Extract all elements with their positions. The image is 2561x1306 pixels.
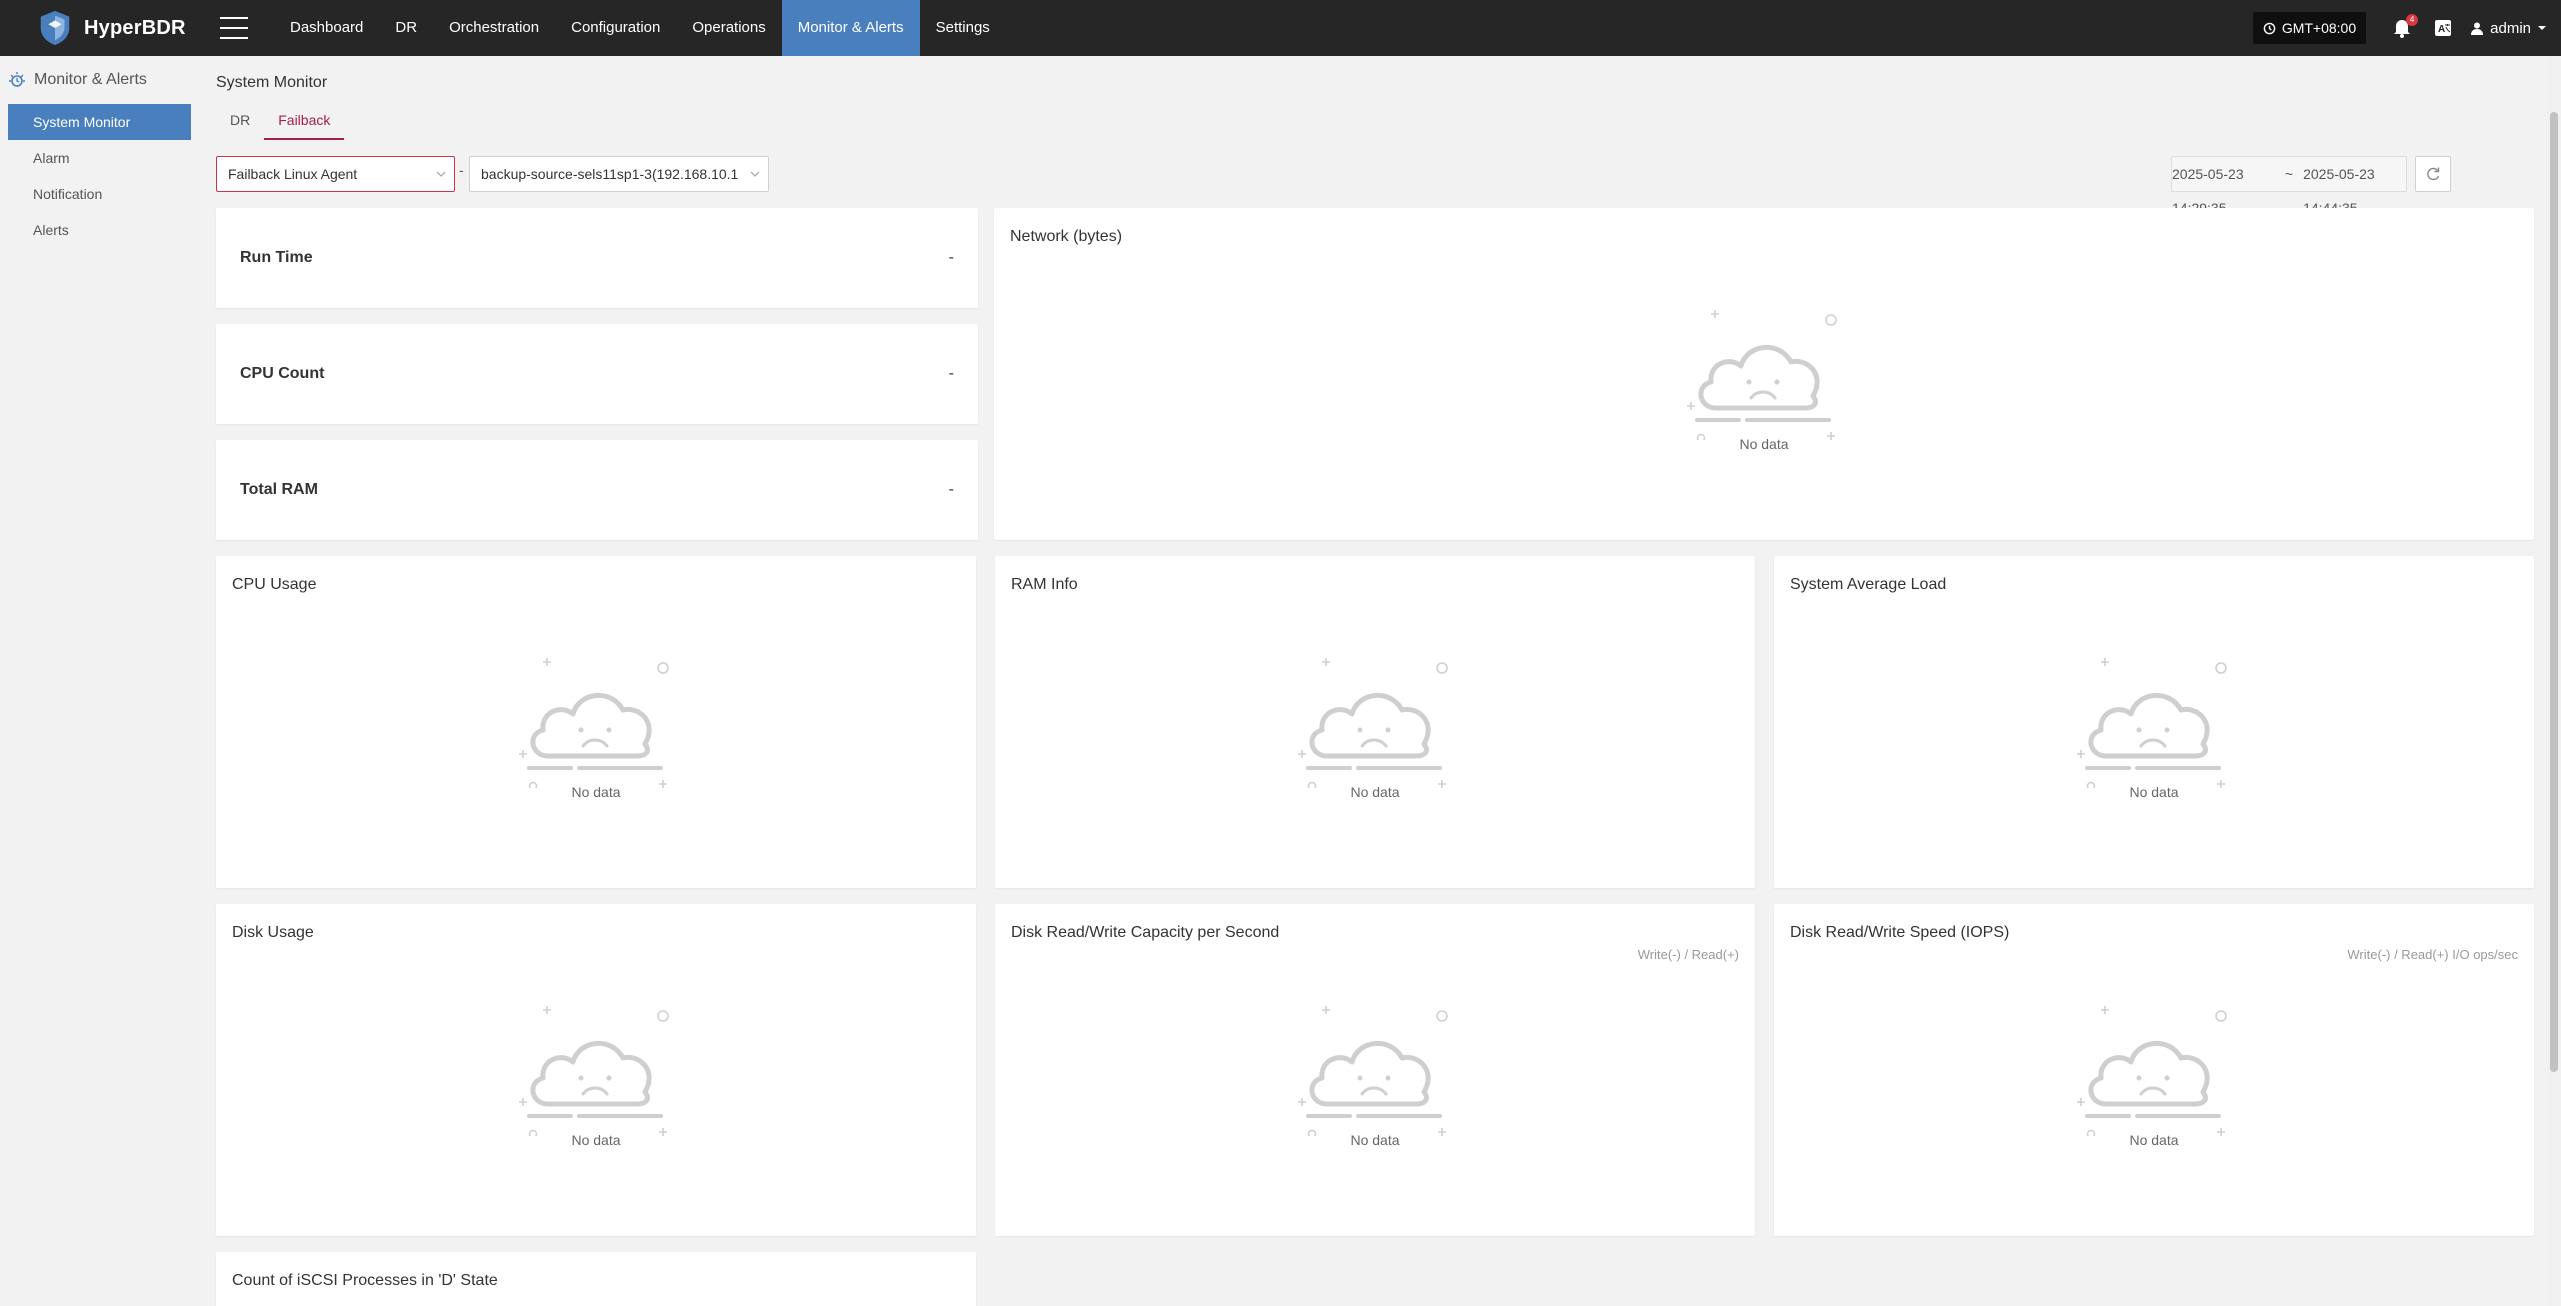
stat-card-cpu-count: CPU Count - xyxy=(216,324,978,424)
no-data-cloud-icon xyxy=(511,996,681,1136)
chevron-down-icon xyxy=(750,171,760,177)
user-name: admin xyxy=(2490,19,2531,37)
empty-state: No data xyxy=(511,648,681,808)
agent-type-value: Failback Linux Agent xyxy=(228,166,358,182)
stat-card-total-ram: Total RAM - xyxy=(216,440,978,540)
nav-operations[interactable]: Operations xyxy=(676,0,781,56)
main-nav: Dashboard DR Orchestration Configuration… xyxy=(274,0,1006,56)
panel-legend: Write(-) / Read(+) I/O ops/sec xyxy=(2347,947,2518,962)
sidebar-item-notification[interactable]: Notification xyxy=(8,176,191,212)
hyperbdr-shield-icon xyxy=(40,10,70,46)
tab-failback[interactable]: Failback xyxy=(264,112,345,140)
sidebar-section-header: Monitor & Alerts xyxy=(0,56,198,104)
sidebar-section-title: Monitor & Alerts xyxy=(34,71,147,88)
stat-label: CPU Count xyxy=(240,365,325,382)
nav-dashboard[interactable]: Dashboard xyxy=(274,0,379,56)
nav-configuration[interactable]: Configuration xyxy=(555,0,676,56)
no-data-cloud-icon xyxy=(511,648,681,788)
panel-cpu-usage: CPU Usage No data xyxy=(216,556,976,888)
nav-dr[interactable]: DR xyxy=(379,0,433,56)
sidebar-item-alerts[interactable]: Alerts xyxy=(8,212,191,248)
select-separator: - xyxy=(459,162,464,178)
sidebar-item-system-monitor[interactable]: System Monitor xyxy=(8,104,191,140)
svg-text:A: A xyxy=(2438,24,2445,35)
panel-network: Network (bytes) No data xyxy=(994,208,2534,540)
top-navbar: HyperBDR Dashboard DR Orchestration Conf… xyxy=(0,0,2561,56)
host-value: backup-source-sels11sp1-3(192.168.10.1 xyxy=(481,166,739,182)
stat-value: - xyxy=(948,249,954,266)
date-range-separator: ~ xyxy=(2284,166,2294,182)
panel-title: CPU Usage xyxy=(232,576,317,593)
panel-disk-capacity: Disk Read/Write Capacity per Second Writ… xyxy=(995,904,1755,1236)
nav-settings[interactable]: Settings xyxy=(920,0,1006,56)
stat-value: - xyxy=(948,365,954,382)
app-logo[interactable]: HyperBDR xyxy=(36,9,206,47)
stat-card-run-time: Run Time - xyxy=(216,208,978,308)
empty-state: No data xyxy=(1290,648,1460,808)
menu-icon[interactable] xyxy=(220,17,248,39)
clock-icon xyxy=(2263,22,2276,34)
no-data-cloud-icon xyxy=(1290,996,1460,1136)
chevron-down-icon xyxy=(436,171,446,177)
monitor-alerts-icon xyxy=(9,72,25,87)
date-range-picker[interactable]: 2025-05-23 14:29:35 ~ 2025-05-23 14:44:3… xyxy=(2171,156,2407,216)
host-select[interactable]: backup-source-sels11sp1-3(192.168.10.1 xyxy=(469,156,769,192)
empty-state: No data xyxy=(1290,996,1460,1156)
empty-state: No data xyxy=(2069,996,2239,1156)
page-scrollbar[interactable] xyxy=(2547,56,2561,1306)
no-data-cloud-icon xyxy=(2069,648,2239,788)
empty-state: No data xyxy=(511,996,681,1156)
scrollbar-thumb[interactable] xyxy=(2550,112,2558,1072)
no-data-cloud-icon xyxy=(1679,300,1849,440)
caret-down-icon xyxy=(2538,26,2546,30)
user-icon xyxy=(2471,22,2484,35)
no-data-cloud-icon xyxy=(2069,996,2239,1136)
agent-type-select[interactable]: Failback Linux Agent xyxy=(216,156,455,192)
panel-iscsi-d-state: Count of iSCSI Processes in 'D' State xyxy=(216,1252,976,1306)
panel-title: Disk Read/Write Capacity per Second xyxy=(1011,924,1280,941)
no-data-cloud-icon xyxy=(1290,648,1460,788)
stat-label: Run Time xyxy=(240,249,313,266)
panel-disk-iops: Disk Read/Write Speed (IOPS) Write(-) / … xyxy=(1774,904,2534,1236)
refresh-button[interactable] xyxy=(2415,156,2451,192)
panel-title: System Average Load xyxy=(1790,576,1947,593)
empty-state: No data xyxy=(2069,648,2239,808)
empty-state: No data xyxy=(1679,300,1849,460)
date-range-end: 2025-05-23 14:44:35 xyxy=(2303,166,2375,216)
sidebar-item-alarm[interactable]: Alarm xyxy=(8,140,191,176)
panel-title: Network (bytes) xyxy=(1010,228,1123,245)
panel-ram-info: RAM Info No data xyxy=(995,556,1755,888)
user-menu[interactable]: admin xyxy=(2470,20,2547,37)
panel-title: Disk Read/Write Speed (IOPS) xyxy=(1790,924,2010,941)
language-icon[interactable]: A xyxy=(2434,19,2452,37)
panel-disk-usage: Disk Usage No data xyxy=(216,904,976,1236)
panel-legend: Write(-) / Read(+) xyxy=(1637,947,1739,962)
sidebar: Monitor & Alerts System Monitor Alarm No… xyxy=(0,56,198,1306)
nav-monitor-alerts[interactable]: Monitor & Alerts xyxy=(781,0,920,56)
monitor-tabs: DR Failback xyxy=(216,112,345,140)
timezone-button[interactable]: GMT+08:00 xyxy=(2252,12,2367,44)
panel-system-average-load: System Average Load No data xyxy=(1774,556,2534,888)
page-title: System Monitor xyxy=(216,74,328,91)
tab-dr[interactable]: DR xyxy=(216,112,264,140)
date-range-start: 2025-05-23 14:29:35 xyxy=(2172,166,2244,216)
notifications-button[interactable]: 4 xyxy=(2392,14,2419,39)
stat-value: - xyxy=(948,481,954,498)
panel-title: Disk Usage xyxy=(232,924,314,941)
panel-title: Count of iSCSI Processes in 'D' State xyxy=(232,1272,498,1289)
refresh-icon xyxy=(2427,167,2440,181)
panel-title: RAM Info xyxy=(1011,576,1078,593)
nav-orchestration[interactable]: Orchestration xyxy=(433,0,555,56)
stat-label: Total RAM xyxy=(240,481,318,498)
notification-badge: 4 xyxy=(2406,14,2419,26)
timezone-label: GMT+08:00 xyxy=(2281,20,2357,36)
app-name: HyperBDR xyxy=(84,16,186,39)
